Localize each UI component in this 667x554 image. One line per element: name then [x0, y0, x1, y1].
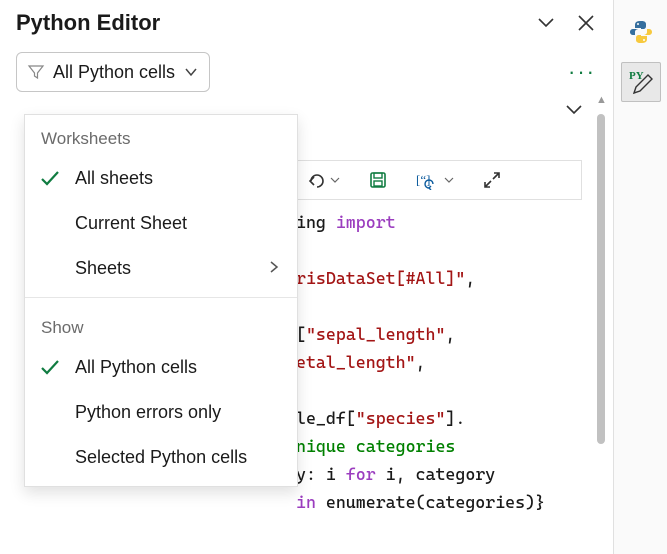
check-icon — [39, 356, 65, 378]
dropdown-item-python-errors-only[interactable]: Python errors only — [25, 390, 297, 435]
dropdown-item-selected-python-cells[interactable]: Selected Python cells — [25, 435, 297, 480]
chevron-down-icon — [536, 13, 556, 33]
python-logo-icon — [628, 19, 654, 45]
dropdown-item-label: All sheets — [75, 168, 281, 189]
close-icon — [577, 14, 595, 32]
filter-icon — [27, 63, 45, 81]
dropdown-item-all-python-cells[interactable]: All Python cells — [25, 344, 297, 390]
output-type-icon: [“] — [416, 170, 442, 190]
more-options-button[interactable]: ··· — [568, 59, 596, 85]
dropdown-item-label: Python errors only — [75, 402, 281, 423]
undo-icon — [306, 169, 328, 191]
save-icon — [368, 170, 388, 190]
expand-icon — [482, 170, 502, 190]
dropdown-item-label: Sheets — [75, 258, 257, 279]
py-edit-icon: PY — [624, 65, 658, 99]
check-icon — [39, 167, 65, 189]
cell-toolbar: [“] — [296, 160, 582, 200]
pane-header: Python Editor — [0, 0, 612, 42]
filter-dropdown-popup: Worksheets All sheets Current Sheet Shee… — [24, 114, 298, 487]
dropdown-item-all-sheets[interactable]: All sheets — [25, 155, 297, 201]
dropdown-section-show: Show — [25, 304, 297, 344]
rail-py-editor-button[interactable]: PY — [621, 62, 661, 102]
output-type-button[interactable]: [“] — [416, 170, 454, 190]
dropdown-item-label: Current Sheet — [75, 213, 281, 234]
vertical-scrollbar[interactable]: ▲ — [596, 100, 606, 530]
expand-button[interactable] — [482, 170, 502, 190]
filter-row: All Python cells ··· — [0, 42, 612, 100]
dropdown-item-sheets-submenu[interactable]: Sheets — [25, 246, 297, 291]
rail-python-button[interactable] — [621, 12, 661, 52]
pane-title: Python Editor — [16, 10, 160, 36]
save-button[interactable] — [368, 170, 388, 190]
chevron-right-icon — [267, 258, 281, 279]
svg-text:PY: PY — [629, 70, 644, 82]
cell-collapse-button[interactable] — [564, 100, 584, 125]
filter-dropdown-label: All Python cells — [53, 62, 175, 83]
right-rail: PY — [613, 0, 667, 554]
scroll-thumb[interactable] — [597, 114, 605, 444]
pane-header-actions — [534, 11, 598, 35]
chevron-down-icon — [330, 175, 340, 185]
dropdown-item-label: All Python cells — [75, 357, 281, 378]
chevron-down-icon — [564, 100, 584, 120]
chevron-down-icon — [183, 64, 199, 80]
collapse-pane-button[interactable] — [534, 11, 558, 35]
close-pane-button[interactable] — [574, 11, 598, 35]
filter-dropdown[interactable]: All Python cells — [16, 52, 210, 92]
chevron-down-icon — [444, 175, 454, 185]
code-text: ing import risDataSet[#All]", ["sepal_le… — [296, 212, 545, 512]
code-editor[interactable]: ing import risDataSet[#All]", ["sepal_le… — [296, 208, 582, 516]
dropdown-item-label: Selected Python cells — [75, 447, 281, 468]
scroll-up-arrow-icon: ▲ — [596, 94, 606, 106]
undo-button[interactable] — [306, 169, 340, 191]
divider — [25, 297, 297, 298]
dropdown-item-current-sheet[interactable]: Current Sheet — [25, 201, 297, 246]
dropdown-section-worksheets: Worksheets — [25, 115, 297, 155]
